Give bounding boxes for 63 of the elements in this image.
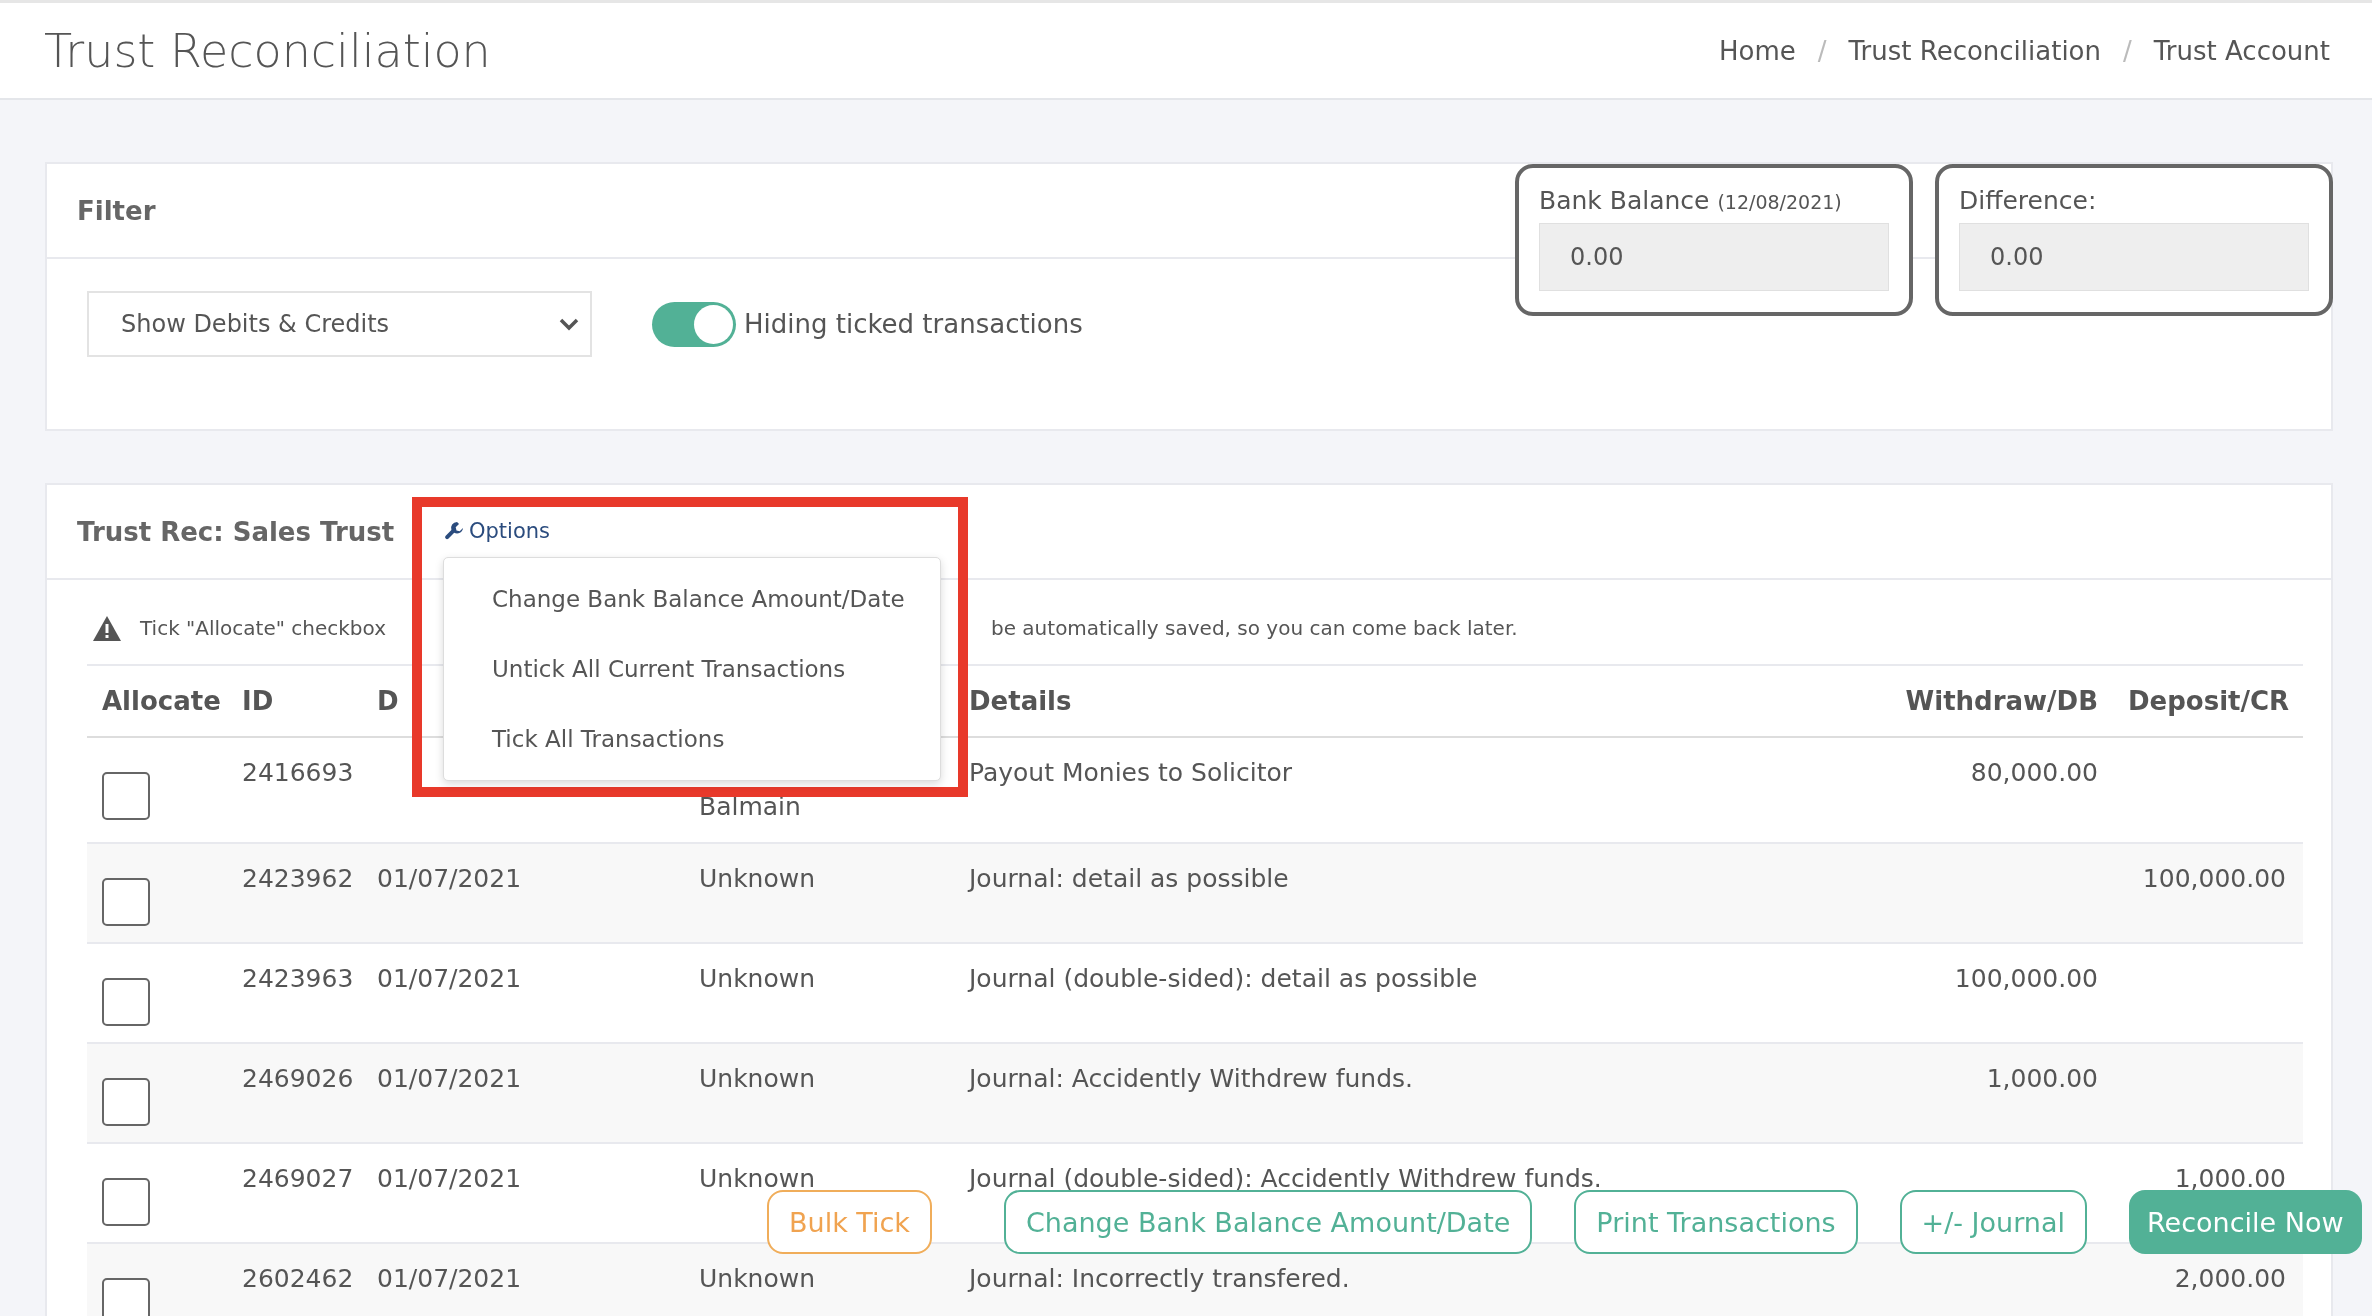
allocate-checkbox[interactable] [102, 978, 150, 1026]
breadcrumb-link[interactable]: Trust Reconciliation [1848, 35, 2101, 66]
table-cell: 2,000.00 [2174, 1264, 2286, 1293]
table-cell: Journal: Accidently Withdrew funds. [969, 1064, 1413, 1093]
table-cell: Journal: Incorrectly transfered. [969, 1264, 1350, 1293]
difference-label: Difference: [1959, 186, 2098, 215]
notice-text: be automatically saved, so you can come back later. [991, 616, 1518, 640]
table-cell: 2602462 [242, 1264, 354, 1293]
breadcrumb-link[interactable]: Home [1718, 35, 1796, 66]
table-cell: Unknown [699, 964, 816, 993]
wrench-icon [444, 521, 464, 541]
table-cell: 1,000.00 [2174, 1164, 2286, 1193]
table-cell: 2416693 [242, 758, 354, 787]
table-cell: 01/07/2021 [377, 1064, 522, 1093]
menu-item[interactable]: Change Bank Balance Amount/Date [444, 564, 940, 634]
table-cell: Unknown [699, 1064, 816, 1093]
table-cell: Unknown [699, 1264, 816, 1293]
warning-icon [92, 614, 122, 642]
options-link[interactable]: Options [444, 519, 551, 543]
table-cell: Journal: detail as possible [969, 864, 1289, 893]
table-cell: Journal (double-sided): detail as possible [969, 964, 1478, 993]
column-header: Deposit/CR [2127, 686, 2291, 716]
allocate-checkbox[interactable] [102, 878, 150, 926]
column-header: Details [968, 686, 1073, 716]
table-cell: 80,000.00 [1970, 758, 2098, 787]
page-title: Trust Reconciliation [44, 23, 491, 78]
table-cell: 100,000.00 [2142, 864, 2286, 893]
filter-select[interactable]: Show Debits & Credits [87, 291, 592, 357]
allocate-checkbox[interactable] [102, 1278, 150, 1316]
table-cell: Unknown [699, 864, 816, 893]
table-cell: Payout Monies to Solicitor [969, 758, 1293, 787]
table-cell: 2469027 [242, 1164, 354, 1193]
allocate-checkbox[interactable] [102, 772, 150, 820]
table-cell: 2469026 [242, 1064, 354, 1093]
allocate-checkbox[interactable] [102, 1078, 150, 1126]
allocate-checkbox[interactable] [102, 1178, 150, 1226]
table-cell: Journal (double-sided): Accidently Withdrew funds. [969, 1164, 1602, 1193]
table-cell: 01/07/2021 [377, 1164, 522, 1193]
chevron-down-icon [558, 317, 580, 331]
table-cell: 2423962 [242, 864, 354, 893]
column-header: D [376, 686, 400, 716]
table-cell: Unknown [699, 1164, 816, 1193]
menu-item[interactable]: Untick All Current Transactions [444, 634, 940, 704]
column-header: Allocate [101, 686, 222, 716]
table-cell: 01/07/2021 [377, 864, 522, 893]
table-cell: Balmain [699, 792, 801, 821]
breadcrumb-separator: / [1817, 35, 1827, 66]
breadcrumb-separator: / [2123, 35, 2132, 66]
toggle-switch[interactable] [652, 301, 736, 347]
table-cell: 01/07/2021 [377, 964, 522, 993]
table-cell: 2423963 [242, 964, 354, 993]
table-cell: 100,000.00 [1954, 964, 2098, 993]
menu-item[interactable]: Tick All Transactions [444, 704, 940, 774]
toggle-label: Hiding ticked transactions [744, 309, 1083, 339]
bank-balance-label: Bank Balance (12/08/2021) [1539, 186, 1843, 215]
column-header: ID [241, 686, 275, 716]
column-header: Withdraw/DB [1904, 686, 2099, 716]
table-cell: 01/07/2021 [377, 1264, 522, 1293]
notice-text: Tick "Allocate" checkbox [140, 616, 386, 640]
table-cell: 1,000.00 [1986, 1064, 2098, 1093]
breadcrumb-current: Trust Account [2153, 35, 2330, 66]
bank-balance-field: 0.00 [1539, 223, 1889, 291]
difference-field: 0.00 [1959, 223, 2309, 291]
